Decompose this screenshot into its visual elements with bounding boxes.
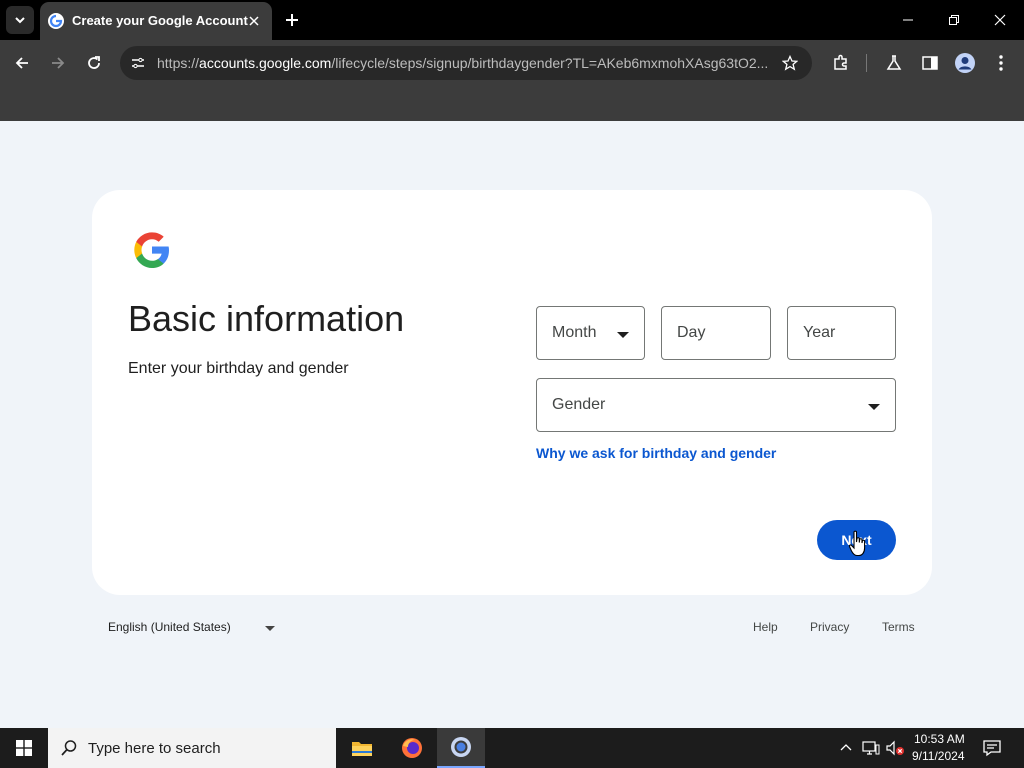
chevron-up-icon[interactable] <box>836 738 856 758</box>
clock-time[interactable]: 10:53 AM <box>914 732 965 746</box>
search-placeholder: Type here to search <box>88 740 221 757</box>
profile-avatar-icon[interactable] <box>954 52 976 74</box>
tab-search-button[interactable] <box>6 6 34 34</box>
page-title: Basic information <box>128 298 405 339</box>
tab-strip: Create your Google Account <box>0 0 1024 40</box>
month-label: Month <box>552 324 597 341</box>
month-select[interactable]: Month <box>536 306 645 360</box>
extensions-puzzle-icon[interactable] <box>830 52 852 74</box>
clock-date[interactable]: 9/11/2024 <box>912 749 965 763</box>
file-explorer-icon[interactable] <box>338 728 386 768</box>
toolbar-divider <box>866 54 867 72</box>
tab-title: Create your Google Account <box>72 13 248 28</box>
restore-icon[interactable] <box>944 10 964 30</box>
firefox-icon[interactable] <box>388 728 436 768</box>
day-label: Day <box>677 324 706 341</box>
side-panel-icon[interactable] <box>919 52 941 74</box>
gender-select[interactable]: Gender <box>536 378 896 432</box>
labs-flask-icon[interactable] <box>883 52 905 74</box>
network-icon[interactable] <box>861 738 881 758</box>
url-domain: accounts.google.com <box>199 55 332 71</box>
language-selector[interactable]: English (United States) <box>108 620 231 634</box>
site-info-icon[interactable] <box>128 53 148 73</box>
caret-down-icon <box>617 332 629 338</box>
volume-muted-icon[interactable] <box>885 738 905 758</box>
terms-link[interactable]: Terms <box>882 620 915 634</box>
year-label: Year <box>803 324 836 341</box>
year-input[interactable]: Year <box>787 306 896 360</box>
search-icon <box>61 740 77 756</box>
google-favicon-icon <box>48 13 64 29</box>
back-arrow-icon[interactable] <box>10 51 34 75</box>
page-content: Basic information Enter your birthday an… <box>0 121 1024 728</box>
browser-toolbar: https://accounts.google.com/lifecycle/st… <box>0 40 1024 86</box>
url-text[interactable]: https://accounts.google.com/lifecycle/st… <box>157 55 777 71</box>
minimize-icon[interactable] <box>898 10 918 30</box>
notifications-icon[interactable] <box>982 738 1002 758</box>
bookmarks-bar <box>0 86 1024 121</box>
chevron-down-icon <box>15 17 25 24</box>
windows-taskbar: Type here to search 10:53 AM 9/11/2024 <box>0 728 1024 768</box>
page-subtitle: Enter your birthday and gender <box>128 360 349 377</box>
active-tab[interactable]: Create your Google Account <box>40 2 272 40</box>
gender-label: Gender <box>552 396 606 413</box>
caret-down-icon <box>868 404 880 410</box>
address-bar[interactable]: https://accounts.google.com/lifecycle/st… <box>120 46 812 80</box>
day-input[interactable]: Day <box>661 306 771 360</box>
chrome-taskbar-icon[interactable] <box>437 728 485 768</box>
signup-card: Basic information Enter your birthday an… <box>92 190 932 595</box>
new-tab-icon[interactable] <box>282 10 302 30</box>
taskbar-search-box[interactable]: Type here to search <box>48 728 336 768</box>
privacy-link[interactable]: Privacy <box>810 620 849 634</box>
windows-start-icon[interactable] <box>0 728 48 768</box>
url-path: /lifecycle/steps/signup/birthdaygender?T… <box>331 55 769 71</box>
close-window-icon[interactable] <box>990 10 1010 30</box>
forward-arrow-icon[interactable] <box>46 51 70 75</box>
caret-down-icon[interactable] <box>265 626 275 631</box>
why-birthday-gender-link[interactable]: Why we ask for birthday and gender <box>536 445 776 461</box>
reload-icon[interactable] <box>82 51 106 75</box>
help-link[interactable]: Help <box>753 620 778 634</box>
hand-cursor-icon <box>848 530 868 558</box>
google-logo-icon <box>130 228 174 272</box>
close-tab-icon[interactable] <box>244 11 264 31</box>
url-prefix: https:// <box>157 55 200 71</box>
bookmark-star-icon[interactable] <box>780 53 800 73</box>
more-menu-icon[interactable] <box>990 52 1012 74</box>
